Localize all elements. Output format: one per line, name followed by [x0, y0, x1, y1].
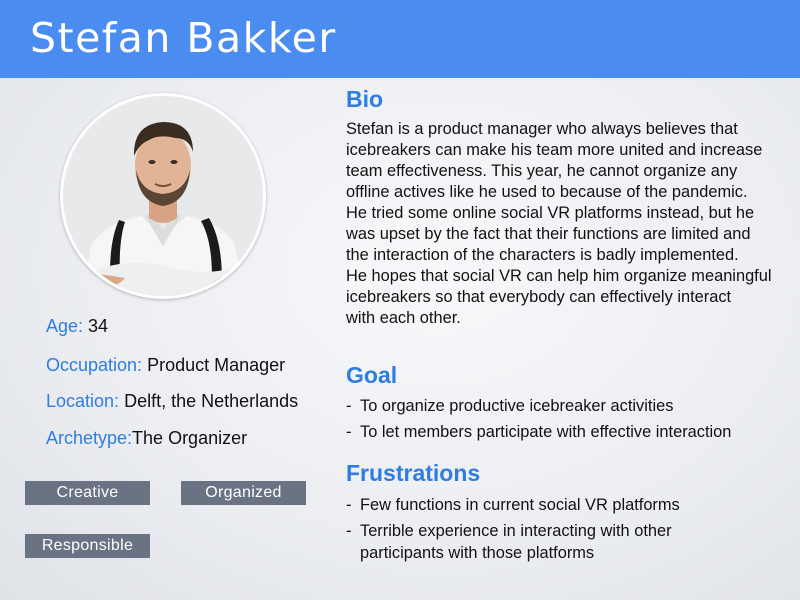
- goal-item: To organize productive icebreaker activi…: [346, 395, 731, 417]
- occupation-value: Product Manager: [147, 355, 286, 375]
- location-value: Delft, the Netherlands: [124, 391, 299, 411]
- tag-creative: Creative: [25, 481, 150, 505]
- bio-line: with each other.: [346, 309, 461, 327]
- goal-heading: Goal: [346, 362, 398, 388]
- location-row: Location: Delft, the Netherlands: [46, 391, 298, 411]
- frustration-item-text: Terrible experience in interacting with …: [360, 522, 672, 540]
- frustration-item: Terrible experience in interacting with …: [346, 520, 680, 564]
- bio-line: team effectiveness. This year, he cannot…: [346, 162, 738, 180]
- bio-line: offline actives like he used to because …: [346, 183, 748, 201]
- frustration-item-continuation: participants with those platforms: [360, 544, 595, 562]
- persona-name: Stefan Bakker: [30, 14, 337, 62]
- frustrations-heading: Frustrations: [346, 460, 481, 486]
- age-label: Age:: [46, 316, 84, 336]
- person-portrait-icon: [60, 93, 266, 299]
- goal-item-text: To let members participate with effectiv…: [360, 423, 732, 441]
- location-label: Location:: [46, 391, 120, 411]
- bio-line: Stefan is a product manager who always b…: [346, 120, 738, 138]
- tag-responsible: Responsible: [25, 534, 150, 558]
- occupation-row: Occupation: Product Manager: [46, 355, 285, 375]
- bio-heading: Bio: [346, 86, 384, 112]
- archetype-label: Archetype:: [46, 428, 133, 448]
- goal-item-text: To organize productive icebreaker activi…: [360, 397, 674, 415]
- goal-item: To let members participate with effectiv…: [346, 421, 731, 443]
- occupation-label: Occupation:: [46, 355, 143, 375]
- archetype-value: The Organizer: [132, 428, 248, 448]
- bio-line: He tried some online social VR platforms…: [346, 204, 755, 222]
- frustration-item: Few functions in current social VR platf…: [346, 494, 680, 516]
- age-value: 34: [88, 316, 109, 336]
- bio-line: He hopes that social VR can help him org…: [346, 267, 772, 285]
- portrait-drawing: [63, 96, 263, 296]
- header-bar: Stefan Bakker: [0, 0, 800, 78]
- archetype-row: Archetype:The Organizer: [46, 428, 247, 448]
- frustration-item-text: Few functions in current social VR platf…: [360, 496, 680, 514]
- bio-line: the interaction of the characters is bad…: [346, 246, 739, 264]
- bio-text: Stefan is a product manager who always b…: [346, 119, 786, 329]
- bio-line: icebreakers can make his team more unite…: [346, 141, 763, 159]
- tag-organized: Organized: [181, 481, 306, 505]
- frustrations-list: Few functions in current social VR platf…: [346, 494, 680, 568]
- bio-line: icebreakers so that everybody can effect…: [346, 288, 732, 306]
- age-row: Age: 34: [46, 316, 108, 336]
- bio-line: was upset by the fact that their functio…: [346, 225, 751, 243]
- goal-list: To organize productive icebreaker activi…: [346, 395, 731, 447]
